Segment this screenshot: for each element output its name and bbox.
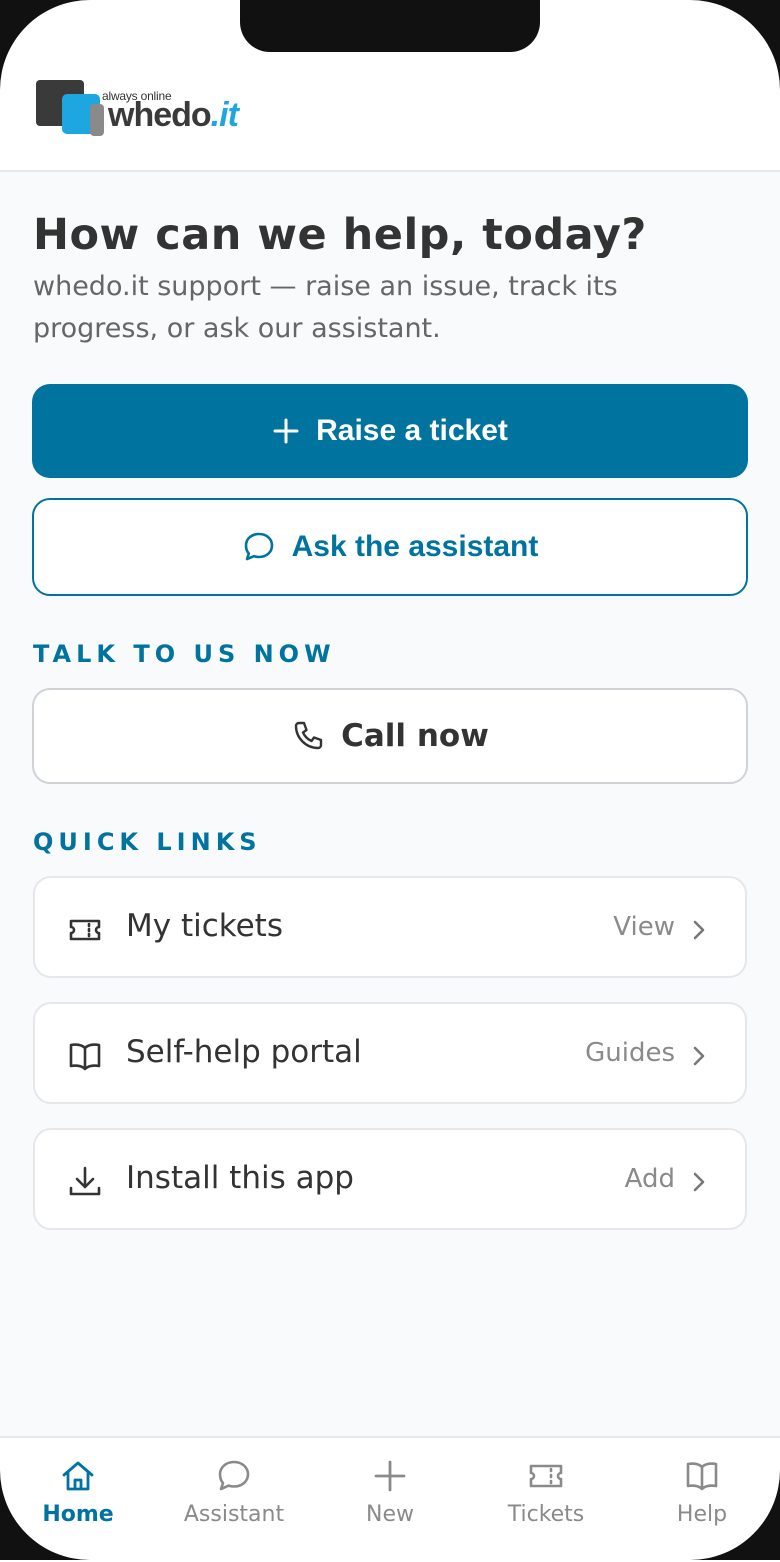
ticket-icon bbox=[69, 919, 101, 941]
plus-icon bbox=[273, 418, 299, 444]
nav-assistant[interactable]: Assistant bbox=[156, 1438, 312, 1562]
chat-icon bbox=[244, 532, 273, 561]
call-now-button[interactable]: Call now bbox=[32, 688, 748, 784]
page-subtitle: whedo.it support — raise an issue, track… bbox=[33, 271, 618, 344]
quick-link-title: Self-help portal bbox=[126, 1034, 362, 1070]
bottom-nav: Home Assistant New Tickets Help bbox=[0, 1436, 780, 1562]
nav-tickets[interactable]: Tickets bbox=[468, 1438, 624, 1562]
quick-link-self-help[interactable]: Self-help portal Guides bbox=[33, 1002, 747, 1104]
quick-link-action: Add bbox=[624, 1164, 675, 1194]
nav-label: Help bbox=[676, 1502, 728, 1527]
quick-link-action: Guides bbox=[585, 1038, 675, 1068]
nav-label: Home bbox=[42, 1502, 114, 1527]
raise-ticket-button[interactable]: Raise a ticket bbox=[32, 384, 748, 478]
logo-brand-suffix: .it bbox=[210, 96, 239, 134]
nav-help[interactable]: Help bbox=[624, 1438, 780, 1562]
whedo-logo[interactable]: always online whedo.it bbox=[36, 78, 266, 138]
home-icon bbox=[62, 1461, 94, 1491]
quick-link-install-app[interactable]: Install this app Add bbox=[33, 1128, 747, 1230]
phone-icon bbox=[294, 721, 323, 750]
device-notch bbox=[240, 0, 540, 52]
talk-section-title: TALK TO US NOW bbox=[33, 640, 336, 668]
quick-link-action: View bbox=[613, 912, 675, 942]
chevron-right-icon bbox=[693, 920, 705, 940]
nav-new[interactable]: New bbox=[312, 1438, 468, 1562]
chevron-right-icon bbox=[693, 1172, 705, 1192]
page-title: How can we help, today? bbox=[33, 210, 647, 260]
chevron-right-icon bbox=[693, 1046, 705, 1066]
quick-link-my-tickets[interactable]: My tickets View bbox=[33, 876, 747, 978]
logo-brand-text: whedo bbox=[108, 96, 212, 134]
chat-icon bbox=[218, 1460, 250, 1491]
nav-label: Tickets bbox=[507, 1502, 585, 1527]
book-icon bbox=[69, 1043, 101, 1071]
ask-assistant-label: Ask the assistant bbox=[291, 530, 539, 563]
raise-ticket-label: Raise a ticket bbox=[316, 414, 508, 447]
ask-assistant-button[interactable]: Ask the assistant bbox=[32, 498, 748, 596]
quick-link-title: Install this app bbox=[126, 1160, 354, 1196]
book-icon bbox=[686, 1462, 718, 1491]
plus-icon bbox=[374, 1460, 406, 1492]
download-icon bbox=[69, 1166, 101, 1196]
nav-home[interactable]: Home bbox=[0, 1438, 156, 1562]
logo-brand: whedo.it bbox=[108, 96, 239, 135]
logo-mark-icon bbox=[36, 80, 104, 136]
ticket-icon bbox=[529, 1464, 563, 1488]
nav-label: Assistant bbox=[183, 1502, 285, 1527]
call-now-label: Call now bbox=[341, 718, 489, 754]
quick-links-section-title: QUICK LINKS bbox=[33, 828, 262, 856]
nav-label: New bbox=[366, 1502, 414, 1527]
quick-link-title: My tickets bbox=[126, 908, 283, 944]
